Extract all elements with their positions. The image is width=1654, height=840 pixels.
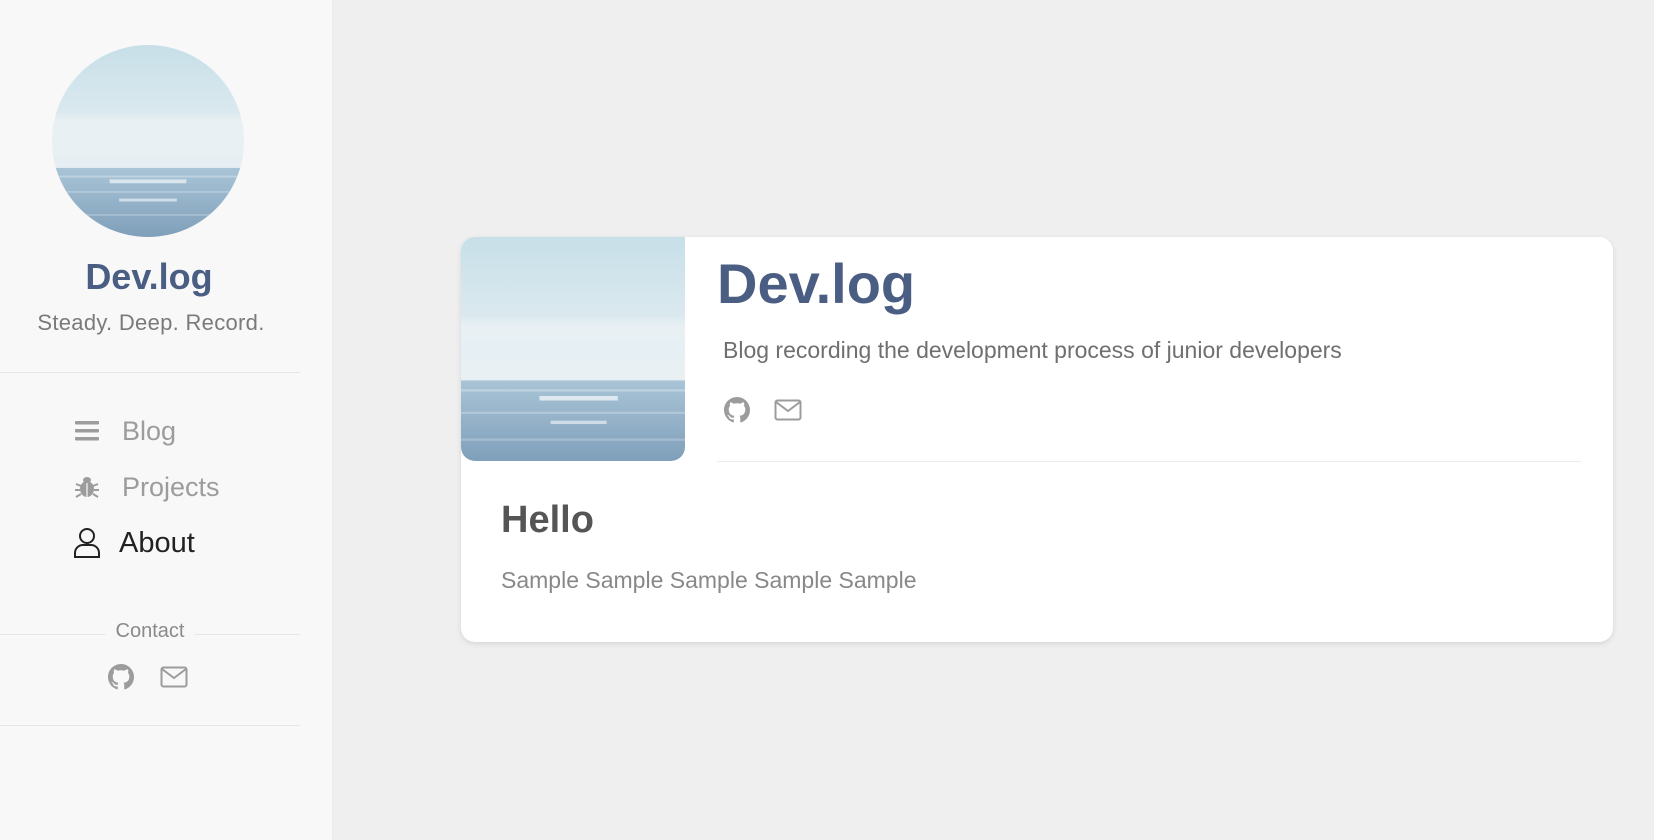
sidebar-divider (0, 372, 300, 373)
ocean-image (52, 45, 244, 237)
post-title: Hello (501, 499, 594, 541)
nav-item-projects[interactable]: Projects (72, 467, 220, 507)
avatar (52, 45, 244, 237)
mail-icon[interactable] (160, 666, 188, 688)
site-tagline: Steady. Deep. Record. (37, 310, 265, 335)
card-image (461, 237, 685, 461)
nav-item-about[interactable]: About (72, 523, 195, 563)
nav-label-blog: Blog (122, 415, 177, 446)
user-icon (72, 528, 102, 558)
contact-section: Contact (0, 620, 300, 643)
sidebar: Dev.log Steady. Deep. Record. Blog Proje… (0, 0, 333, 840)
github-icon[interactable] (724, 397, 750, 423)
list-icon (72, 416, 102, 446)
contact-label: Contact (105, 620, 195, 643)
post-body: Sample Sample Sample Sample Sample (501, 567, 917, 593)
card-title: Dev.log (717, 252, 916, 315)
nav-item-blog[interactable]: Blog (72, 411, 176, 451)
card-description: Blog recording the development process o… (723, 337, 1342, 363)
sidebar-contact-icons (108, 664, 188, 690)
bug-icon (72, 472, 102, 502)
ocean-image (461, 237, 685, 461)
sidebar-bottom-divider (0, 725, 300, 726)
card-divider (717, 461, 1581, 462)
site-title[interactable]: Dev.log (0, 256, 298, 298)
nav-label-about: About (119, 526, 195, 559)
profile-card: Dev.log Blog recording the development p… (461, 237, 1613, 642)
github-icon[interactable] (108, 664, 134, 690)
nav-label-projects: Projects (122, 471, 220, 502)
mail-icon[interactable] (774, 399, 802, 421)
card-contact-icons (724, 397, 802, 423)
